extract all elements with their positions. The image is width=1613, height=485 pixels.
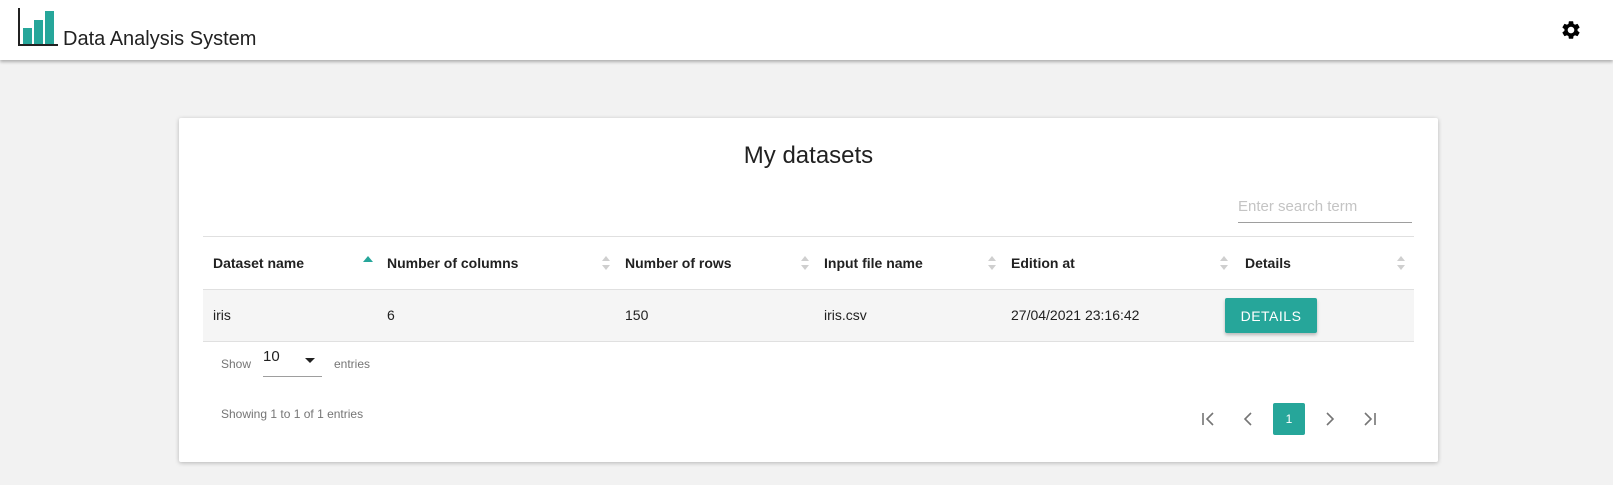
cell-edition-at: 27/04/2021 23:16:42 [1011, 307, 1140, 323]
column-header-number-of-rows[interactable]: Number of rows [625, 237, 732, 289]
previous-page-button[interactable] [1233, 403, 1265, 435]
table-row: iris 6 150 iris.csv 27/04/2021 23:16:42 … [203, 290, 1414, 342]
first-page-icon [1202, 412, 1214, 426]
bar-chart-icon [18, 8, 58, 46]
column-header-label: Number of columns [387, 255, 519, 271]
cell-number-of-columns: 6 [387, 307, 395, 323]
sort-both-icon [1397, 256, 1405, 270]
column-header-label: Number of rows [625, 255, 732, 271]
sort-both-icon [1220, 256, 1228, 270]
caret-down-icon [305, 358, 315, 363]
column-header-input-file-name[interactable]: Input file name [824, 237, 923, 289]
cell-input-file-name: iris.csv [824, 307, 867, 323]
cell-number-of-rows: 150 [625, 307, 649, 323]
app-title: Data Analysis System [63, 28, 257, 50]
table-header-row: Dataset name Number of columns Number of… [203, 237, 1414, 290]
sort-both-icon [988, 256, 996, 270]
page-button-1[interactable]: 1 [1273, 403, 1305, 435]
previous-page-icon [1243, 412, 1252, 426]
details-button[interactable]: DETAILS [1225, 298, 1317, 333]
column-header-number-of-columns[interactable]: Number of columns [387, 237, 518, 289]
sort-both-icon [602, 256, 610, 270]
cell-dataset-name: iris [213, 307, 231, 323]
entries-per-page-select[interactable]: 10 [263, 346, 322, 377]
column-header-label: Edition at [1011, 255, 1075, 271]
column-header-label: Details [1245, 255, 1291, 271]
entries-label: entries [334, 357, 371, 371]
gear-icon[interactable] [1560, 19, 1582, 41]
table-info-text: Showing 1 to 1 of 1 entries [221, 407, 364, 421]
sort-ascending-icon [363, 256, 373, 262]
next-page-icon [1326, 412, 1335, 426]
sort-both-icon [801, 256, 809, 270]
column-header-label: Dataset name [213, 255, 305, 271]
column-header-label: Input file name [824, 255, 923, 271]
top-navbar: Data Analysis System [0, 0, 1613, 60]
first-page-button[interactable] [1193, 403, 1225, 435]
entries-per-page-value: 10 [263, 348, 280, 365]
column-header-edition-at[interactable]: Edition at [1011, 237, 1075, 289]
last-page-button[interactable] [1353, 403, 1385, 435]
last-page-icon [1364, 412, 1376, 426]
column-header-dataset-name[interactable]: Dataset name [213, 237, 304, 289]
next-page-button[interactable] [1313, 403, 1345, 435]
column-header-details[interactable]: Details [1245, 237, 1291, 289]
search-input[interactable] [1238, 190, 1412, 223]
show-label: Show [221, 357, 252, 371]
datasets-table: Dataset name Number of columns Number of… [203, 236, 1414, 342]
datasets-card: My datasets Dataset name Number of colum… [179, 118, 1438, 462]
page-title: My datasets [743, 142, 874, 169]
